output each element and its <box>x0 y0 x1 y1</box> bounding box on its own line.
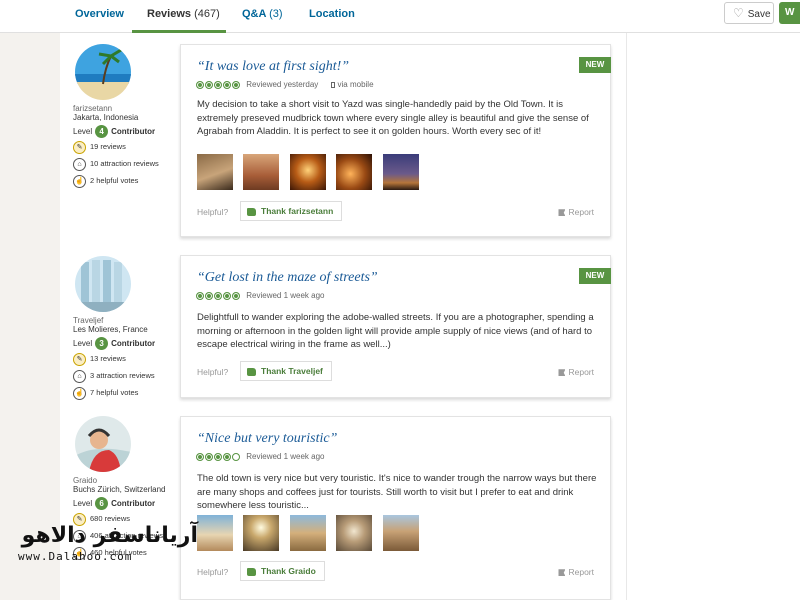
review-date: Reviewed yesterday <box>246 80 319 90</box>
review-card: NEW “It was love at first sight!” Review… <box>180 44 611 237</box>
tab-location[interactable]: Location <box>309 0 355 33</box>
review-count: ✎ 19 reviews <box>73 139 159 155</box>
tab-reviews[interactable]: Reviews (467) <box>132 0 226 33</box>
photo-thumbnail[interactable] <box>197 515 233 551</box>
report-link[interactable]: Report <box>558 367 594 377</box>
avatar[interactable] <box>75 44 131 100</box>
watermark-url: www.Dalahoo.com <box>18 550 133 563</box>
review-text: My decision to take a short visit to Yaz… <box>197 99 589 137</box>
watermark: آریاناسفر دالاهو www.Dalahoo.com <box>18 523 198 573</box>
username[interactable]: Traveljef <box>73 316 155 325</box>
user-location: Les Molieres, France <box>73 325 148 334</box>
contributor-level: Level 6 Contributor <box>73 497 156 510</box>
rating-row: Reviewed yesterday via mobile <box>196 80 374 90</box>
review-title[interactable]: “Get lost in the maze of streets” <box>197 270 378 286</box>
review-text: Delightfull to wander exploring the adob… <box>197 312 594 350</box>
pen-icon: ✎ <box>73 352 86 366</box>
review-title[interactable]: “It was love at first sight!” <box>197 59 349 75</box>
pen-icon: ✎ <box>73 140 86 154</box>
username[interactable]: farizsetann <box>73 104 159 113</box>
thumbs-up-icon <box>247 367 256 376</box>
attraction-icon: ⌂ <box>73 157 86 171</box>
heart-icon: ♡ <box>733 6 744 20</box>
attraction-review-count: ⌂ 3 attraction reviews <box>73 368 155 384</box>
thank-button[interactable]: Thank Traveljef <box>240 361 332 381</box>
photo-thumbnail[interactable] <box>382 154 419 190</box>
rating-bubbles <box>196 80 241 90</box>
attraction-review-count: ⌂ 10 attraction reviews <box>73 156 159 172</box>
flag-icon <box>558 369 566 377</box>
review-photos <box>197 515 425 551</box>
photo-thumbnail[interactable] <box>336 154 373 190</box>
helpful-label: Helpful? <box>197 567 229 577</box>
contributor-level: Level 4 Contributor <box>73 125 156 138</box>
save-button[interactable]: ♡ Save <box>724 2 774 24</box>
right-pane <box>626 33 800 600</box>
watermark-logo: آریاناسفر دالاهو <box>21 523 198 548</box>
via-mobile: via mobile <box>330 80 374 89</box>
user-location: Jakarta, Indonesia <box>73 113 139 122</box>
attraction-icon: ⌂ <box>73 369 86 383</box>
photo-thumbnail[interactable] <box>197 154 233 190</box>
review-date: Reviewed 1 week ago <box>246 452 325 462</box>
helpful-label: Helpful? <box>197 367 229 377</box>
photo-thumbnail[interactable] <box>289 154 326 190</box>
avatar[interactable] <box>75 416 131 472</box>
thank-button[interactable]: Thank farizsetann <box>240 201 343 221</box>
flag-icon <box>558 209 566 217</box>
photo-thumbnail[interactable] <box>243 515 280 551</box>
top-nav: Overview Reviews (467) Q&A (3) Location … <box>0 0 800 33</box>
photo-thumbnail[interactable] <box>382 515 419 551</box>
report-link[interactable]: Report <box>558 567 594 577</box>
rating-row: Reviewed 1 week ago <box>196 291 325 301</box>
thumbs-up-icon <box>247 567 256 576</box>
level-badge: 6 <box>95 497 109 510</box>
write-review-button[interactable]: W <box>779 2 800 24</box>
thumbs-up-icon: ☝ <box>73 386 86 400</box>
level-badge: 3 <box>95 337 109 350</box>
member-info: Traveljef Les Molieres, France Level 3 Con… <box>73 256 155 401</box>
new-badge: NEW <box>579 57 611 73</box>
review-text: The old town is very nice but very touri… <box>197 473 597 511</box>
thumbs-up-icon <box>247 207 256 216</box>
contributor-level: Level 3 Contributor <box>73 337 156 350</box>
phone-icon <box>330 82 335 88</box>
review-photos <box>197 154 425 190</box>
new-badge: NEW <box>579 268 611 284</box>
review-title[interactable]: “Nice but very touristic” <box>197 431 337 447</box>
level-badge: 4 <box>95 125 109 138</box>
rating-bubbles <box>196 291 241 301</box>
photo-thumbnail[interactable] <box>336 515 373 551</box>
photo-thumbnail[interactable] <box>289 515 326 551</box>
rating-row: Reviewed 1 week ago <box>196 452 325 462</box>
thumbs-up-icon: ☝ <box>73 174 86 188</box>
username[interactable]: Graido <box>73 476 165 485</box>
flag-icon <box>558 569 566 577</box>
review-date: Reviewed 1 week ago <box>246 291 325 301</box>
helpful-votes-count: ☝ 2 helpful votes <box>73 173 159 189</box>
review-card: NEW “Get lost in the maze of streets” Re… <box>180 255 611 398</box>
helpful-votes-count: ☝ 7 helpful votes <box>73 385 155 401</box>
thank-button[interactable]: Thank Graido <box>240 561 325 581</box>
photo-thumbnail[interactable] <box>243 154 280 190</box>
tab-qa[interactable]: Q&A (3) <box>242 0 283 33</box>
member-info: farizsetann Jakarta, Indonesia Level 4 Con… <box>73 44 159 189</box>
user-location: Buchs Zürich, Switzerland <box>73 485 166 494</box>
avatar[interactable] <box>75 256 131 312</box>
review-card: “Nice but very touristic” Reviewed 1 wee… <box>180 416 611 600</box>
review-count: ✎ 13 reviews <box>73 351 155 367</box>
report-link[interactable]: Report <box>558 207 594 217</box>
helpful-label: Helpful? <box>197 207 229 217</box>
tab-overview[interactable]: Overview <box>75 0 124 33</box>
rating-bubbles <box>196 452 241 462</box>
